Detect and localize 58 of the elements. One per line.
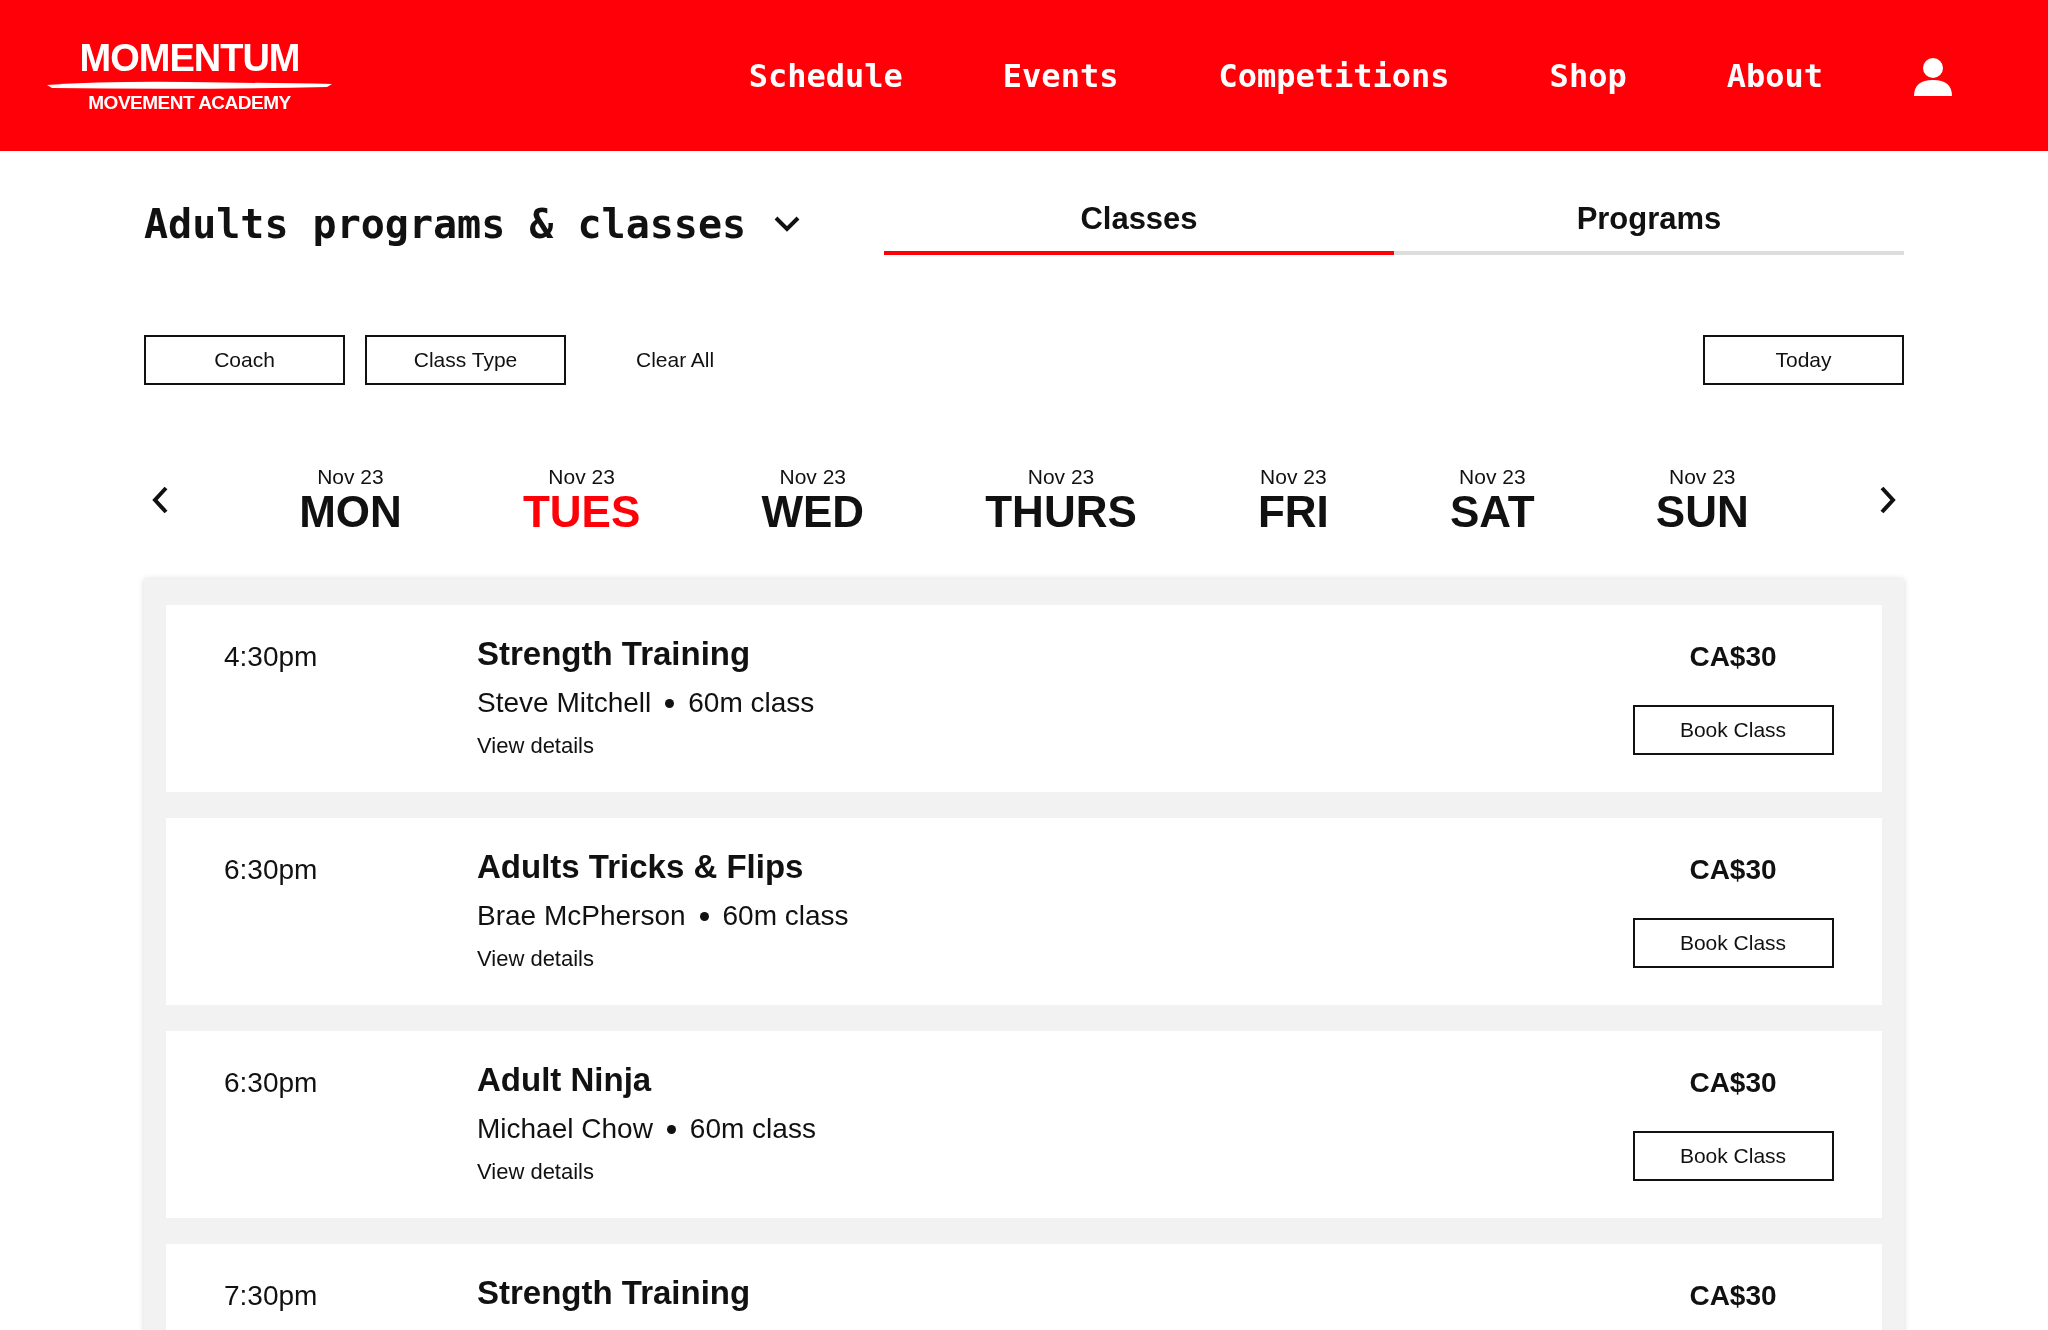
bullet-dot-icon (666, 1124, 676, 1134)
day-date[interactable]: Nov 23 (1669, 465, 1736, 489)
day-name[interactable]: SUN (1655, 489, 1749, 535)
nav-link[interactable]: Competitions (1218, 56, 1450, 95)
bullet-dot-icon (665, 698, 675, 708)
class-duration: 60m class (688, 687, 815, 719)
nav-link[interactable]: Schedule (748, 56, 903, 95)
view-details-link[interactable]: View details (477, 733, 594, 759)
view-details-link[interactable]: View details (477, 1159, 594, 1185)
clear-all-button[interactable]: Clear All (630, 347, 721, 373)
class-price: CA$30 (1689, 1067, 1777, 1099)
class-price: CA$30 (1689, 1280, 1777, 1312)
nav-link[interactable]: Shop (1549, 56, 1627, 95)
day-date[interactable]: Nov 23 (1459, 465, 1526, 489)
logo[interactable]: MOMENTUM MOVEMENT ACADEMY (47, 38, 332, 113)
day-name[interactable]: THURS (985, 489, 1137, 535)
coach-name: Brae McPherson (477, 900, 686, 932)
day-date[interactable]: Nov 23 (779, 465, 847, 489)
filter-button[interactable]: Coach (144, 335, 345, 385)
class-title: Adult Ninja (477, 1061, 653, 1099)
nav-link[interactable]: Events (1002, 56, 1119, 95)
coach-name: Michael Chow (477, 1113, 653, 1145)
tab[interactable]: Classes (884, 201, 1394, 255)
class-price: CA$30 (1689, 641, 1777, 673)
class-duration: 60m class (689, 1113, 816, 1145)
today-button[interactable]: Today (1703, 335, 1904, 385)
day-name[interactable]: FRI (1257, 489, 1329, 535)
day-name[interactable]: MON (299, 489, 402, 535)
class-title: Strength Training (477, 635, 752, 673)
logo-name: MOMENTUM (79, 38, 300, 77)
filter-button[interactable]: Class Type (365, 335, 566, 385)
page-title: Adults programs & classes (144, 201, 747, 247)
class-time: 4:30pm (224, 641, 319, 673)
book-class-button[interactable]: Book Class (1632, 1131, 1834, 1181)
day-date[interactable]: Nov 23 (317, 465, 384, 489)
user-icon[interactable] (1913, 55, 1953, 96)
day-name[interactable]: WED (761, 489, 865, 535)
class-title: Adults Tricks & Flips (477, 848, 805, 886)
class-time: 6:30pm (224, 854, 319, 886)
nav-link[interactable]: About (1726, 56, 1823, 95)
day-name[interactable]: SAT (1449, 489, 1535, 535)
day-date[interactable]: Nov 23 (1027, 465, 1095, 489)
tab[interactable]: Programs (1394, 201, 1904, 255)
view-details-link[interactable]: View details (477, 946, 594, 972)
class-title: Strength Training (477, 1274, 752, 1312)
class-duration: 60m class (722, 900, 849, 932)
class-time: 6:30pm (224, 1067, 319, 1099)
bullet-dot-icon (699, 911, 709, 921)
day-date[interactable]: Nov 23 (1260, 465, 1327, 489)
logo-tagline: MOVEMENT ACADEMY (88, 92, 291, 113)
class-price: CA$30 (1689, 854, 1777, 886)
chevron-down-icon[interactable] (774, 215, 801, 233)
book-class-button[interactable]: Book Class (1632, 918, 1834, 968)
day-name[interactable]: TUES (522, 489, 641, 535)
class-time: 7:30pm (224, 1280, 319, 1312)
book-class-button[interactable]: Book Class (1632, 705, 1834, 755)
coach-name: Steve Mitchell (477, 687, 652, 719)
day-date[interactable]: Nov 23 (548, 465, 615, 489)
